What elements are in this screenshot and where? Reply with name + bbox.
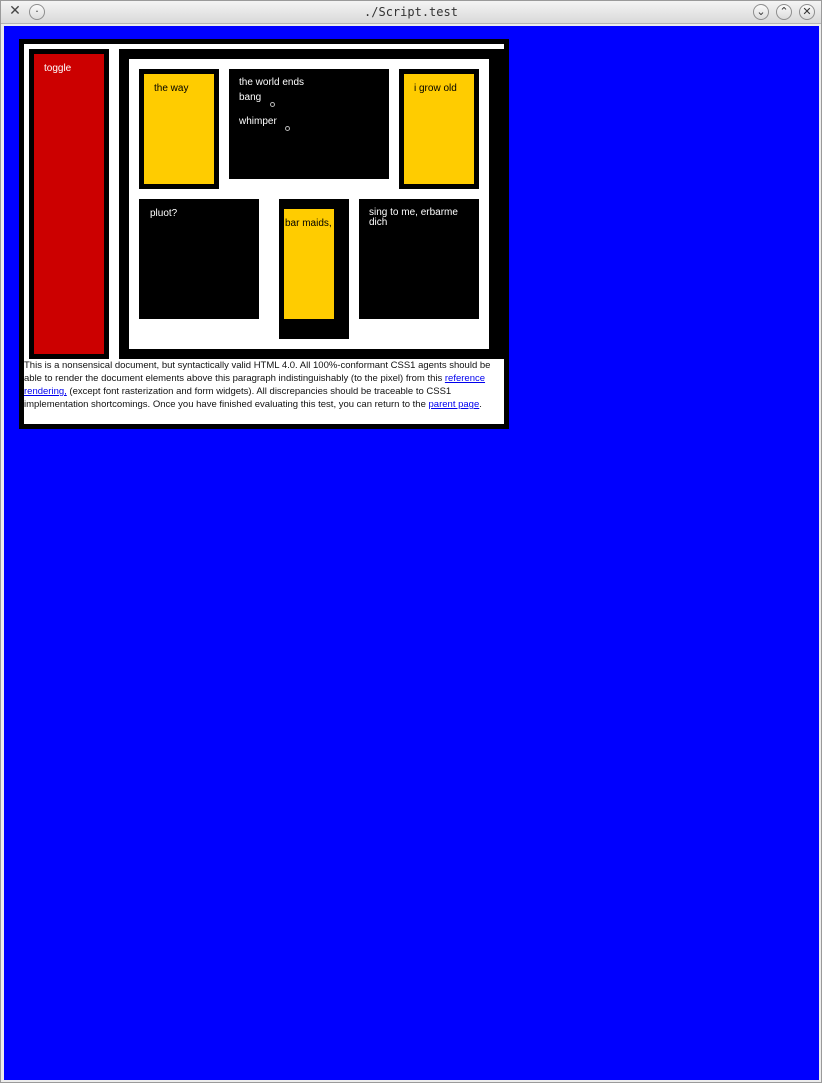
whimper-label: whimper xyxy=(239,116,277,127)
grow-old-box-border: i grow old xyxy=(399,69,479,189)
the-way-box-border: the way xyxy=(139,69,219,189)
sing-box: sing to me, erbarme dich xyxy=(359,199,479,319)
explanation-paragraph: This is a nonsensical document, but synt… xyxy=(24,359,504,411)
bang-label: bang xyxy=(239,92,262,103)
toggle-label: toggle xyxy=(44,63,72,74)
grow-old-label: i grow old xyxy=(414,83,457,94)
parent-page-link[interactable]: parent page xyxy=(429,399,480,410)
close-button[interactable]: ✕ xyxy=(799,4,815,20)
bar-maids-label: bar maids, xyxy=(285,218,332,229)
bang-radio[interactable] xyxy=(270,102,275,107)
browser-window: ✕ · ./Script.test ⌄ ⌃ ✕ toggle the way t… xyxy=(0,0,822,1083)
minimize-button[interactable]: ⌄ xyxy=(753,4,769,20)
para-text-3: . xyxy=(479,399,482,410)
bar-maids-box-border: bar maids, xyxy=(279,199,349,339)
sing-label: sing to me, erbarme dich xyxy=(369,207,458,228)
bar-maids-box: bar maids, xyxy=(284,209,334,319)
world-ends-box: the world ends bang whimper xyxy=(229,69,389,179)
window-title: ./Script.test xyxy=(364,5,458,19)
toggle-box[interactable]: toggle xyxy=(34,54,104,354)
pluot-label: pluot? xyxy=(150,208,178,219)
css1-test-document: toggle the way the world ends bang whimp… xyxy=(19,39,509,429)
the-way-box: the way xyxy=(144,74,214,184)
maximize-button[interactable]: ⌃ xyxy=(776,4,792,20)
page-viewport: toggle the way the world ends bang whimp… xyxy=(4,26,819,1080)
content-frame: the way the world ends bang whimper i gr… xyxy=(119,49,504,359)
para-text-2: (except font rasterization and form widg… xyxy=(24,386,452,410)
para-text-1: This is a nonsensical document, but synt… xyxy=(24,360,491,384)
world-ends-label: the world ends xyxy=(239,77,305,88)
whimper-radio[interactable] xyxy=(285,126,290,131)
toggle-box-border: toggle xyxy=(29,49,109,359)
title-bar[interactable]: ✕ · ./Script.test ⌄ ⌃ ✕ xyxy=(1,1,821,24)
the-way-label: the way xyxy=(154,83,189,94)
grow-old-box: i grow old xyxy=(404,74,474,184)
content-area: the way the world ends bang whimper i gr… xyxy=(129,59,489,349)
pluot-box: pluot? xyxy=(139,199,259,319)
